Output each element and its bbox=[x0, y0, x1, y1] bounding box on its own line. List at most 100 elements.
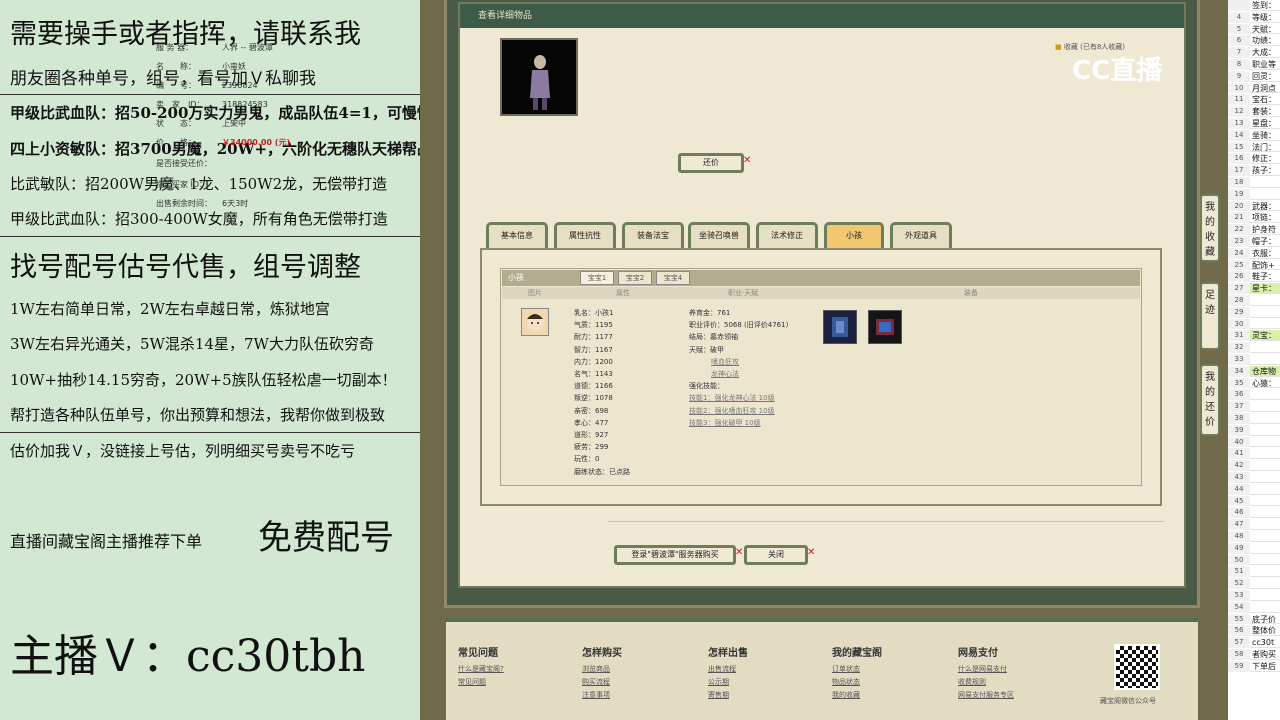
sheet-row[interactable]: 4 等级： bbox=[1228, 11, 1280, 23]
tab-baby-2[interactable]: 宝宝2 bbox=[618, 271, 652, 285]
sheet-row[interactable]: 29 bbox=[1228, 306, 1280, 318]
sheet-row[interactable]: 13 星盘： bbox=[1228, 118, 1280, 129]
my-favorites-button[interactable]: 我的收藏 bbox=[1200, 194, 1220, 262]
footer-link[interactable]: 收费规则 bbox=[958, 676, 1014, 689]
footer-link[interactable]: 购买流程 bbox=[582, 676, 622, 689]
info-status: 状 态： 上架中 bbox=[156, 119, 246, 128]
login-buy-button[interactable]: 登录"碧波潭"服务器购买 bbox=[614, 545, 736, 565]
footer-link[interactable]: 公示期 bbox=[708, 676, 748, 689]
my-counter-offers-button[interactable]: 我的还价 bbox=[1200, 364, 1220, 436]
sheet-row[interactable]: 16 修正： bbox=[1228, 153, 1280, 165]
sheet-row[interactable]: 23 帽子： bbox=[1228, 236, 1280, 247]
sheet-row[interactable]: 12 套装： bbox=[1228, 106, 1280, 117]
sheet-row[interactable]: 36 bbox=[1228, 389, 1280, 401]
footer-link[interactable]: 出售流程 bbox=[708, 663, 748, 676]
footer-link[interactable]: 网易支付服务专区 bbox=[958, 689, 1014, 702]
sheet-row[interactable]: 59 下单后 bbox=[1228, 660, 1280, 672]
sheet-row[interactable]: 27 星卡： bbox=[1228, 283, 1280, 294]
sheet-row[interactable]: 11 宝石： bbox=[1228, 94, 1280, 106]
sheet-row[interactable]: 18 bbox=[1228, 177, 1280, 188]
sheet-row[interactable]: 38 bbox=[1228, 413, 1280, 424]
sheet-row[interactable]: 39 bbox=[1228, 424, 1280, 436]
sheet-row[interactable]: 6 功绩： bbox=[1228, 35, 1280, 47]
sheet-row[interactable]: 48 bbox=[1228, 531, 1280, 542]
sheet-row[interactable]: 43 bbox=[1228, 472, 1280, 483]
sheet-row[interactable]: 19 bbox=[1228, 188, 1280, 200]
sheet-row[interactable]: 46 bbox=[1228, 507, 1280, 519]
sheet-row[interactable]: 28 bbox=[1228, 295, 1280, 306]
sheet-row[interactable]: 9 回灵： bbox=[1228, 70, 1280, 82]
footer-link[interactable]: 什么是网易支付 bbox=[958, 663, 1014, 676]
equip-slot-1[interactable] bbox=[823, 310, 857, 344]
sheet-row[interactable]: 40 bbox=[1228, 436, 1280, 448]
sheet-row[interactable]: 58 者购买 bbox=[1228, 649, 1280, 660]
tab-spell-fix[interactable]: 法术修正 bbox=[756, 222, 818, 248]
tab-basic-info[interactable]: 基本信息 bbox=[486, 222, 548, 248]
sheet-row[interactable]: 25 配饰+ bbox=[1228, 259, 1280, 271]
sheet-row[interactable]: 17 孩子： bbox=[1228, 165, 1280, 176]
sheet-row[interactable]: 31 灵宝： bbox=[1228, 330, 1280, 342]
tab-child[interactable]: 小孩 bbox=[824, 222, 884, 248]
talent-link[interactable]: 龙神心法 bbox=[689, 368, 788, 380]
sheet-row[interactable]: 47 bbox=[1228, 519, 1280, 530]
sheet-row[interactable]: 37 bbox=[1228, 401, 1280, 412]
sheet-row[interactable]: 34 仓库物 bbox=[1228, 365, 1280, 377]
sheet-row[interactable]: 7 大成： bbox=[1228, 47, 1280, 58]
sheet-row[interactable]: 50 bbox=[1228, 554, 1280, 566]
footer-link[interactable]: 寄售期 bbox=[708, 689, 748, 702]
sheet-row[interactable]: 56 整体价 bbox=[1228, 625, 1280, 637]
sheet-row[interactable]: 55 底子价 bbox=[1228, 613, 1280, 625]
row-number: 53 bbox=[1228, 590, 1250, 601]
tab-equipment[interactable]: 装备法宝 bbox=[622, 222, 684, 248]
sheet-row[interactable]: 20 武器： bbox=[1228, 200, 1280, 212]
sheet-row[interactable]: 8 职业等 bbox=[1228, 59, 1280, 70]
sheet-row[interactable]: 14 坐骑： bbox=[1228, 129, 1280, 141]
footer-col-buy: 怎样购买 浏览商品 购买流程 注意事项 bbox=[582, 644, 622, 702]
row-number: 10 bbox=[1228, 82, 1250, 94]
equip-slot-2[interactable] bbox=[868, 310, 902, 344]
sheet-row[interactable]: 22 护身符 bbox=[1228, 224, 1280, 235]
sheet-row[interactable]: 15 法门： bbox=[1228, 141, 1280, 153]
sheet-row[interactable]: 52 bbox=[1228, 578, 1280, 589]
footer-link[interactable]: 注意事项 bbox=[582, 689, 622, 702]
tab-baby-4[interactable]: 宝宝4 bbox=[656, 271, 690, 285]
sheet-row[interactable]: 35 心猿： bbox=[1228, 377, 1280, 389]
skill-link[interactable]: 技能2：强化嗜血狂攻 10级 bbox=[689, 405, 788, 417]
sheet-row[interactable]: 32 bbox=[1228, 342, 1280, 353]
tab-mounts-pets[interactable]: 坐骑召唤兽 bbox=[688, 222, 750, 248]
sheet-row[interactable]: 33 bbox=[1228, 354, 1280, 365]
sheet-row[interactable]: 49 bbox=[1228, 542, 1280, 554]
sheet-row[interactable]: 签到： bbox=[1228, 0, 1280, 11]
counter-offer-button[interactable]: 还价 bbox=[678, 153, 744, 173]
sheet-row[interactable]: 41 bbox=[1228, 448, 1280, 460]
sheet-row[interactable]: 57 cc30t bbox=[1228, 637, 1280, 648]
sheet-row[interactable]: 54 bbox=[1228, 601, 1280, 613]
sheet-row[interactable]: 21 项链： bbox=[1228, 212, 1280, 224]
sheet-row[interactable]: 10 月洞点 bbox=[1228, 82, 1280, 94]
footer-link[interactable]: 我的收藏 bbox=[832, 689, 882, 702]
sheet-row[interactable]: 42 bbox=[1228, 460, 1280, 471]
footer-link[interactable]: 物品状态 bbox=[832, 676, 882, 689]
footer-link[interactable]: 浏览商品 bbox=[582, 663, 622, 676]
sheet-row[interactable]: 45 bbox=[1228, 495, 1280, 507]
tab-baby-1[interactable]: 宝宝1 bbox=[580, 271, 614, 285]
tab-attributes[interactable]: 属性抗性 bbox=[554, 222, 616, 248]
sheet-row[interactable]: 5 天赋： bbox=[1228, 23, 1280, 35]
sheet-row[interactable]: 24 衣服： bbox=[1228, 247, 1280, 259]
close-button[interactable]: 关闭 bbox=[744, 545, 808, 565]
sheet-row[interactable]: 26 鞋子： bbox=[1228, 271, 1280, 283]
footer-link[interactable]: 什么是藏宝阁? bbox=[458, 663, 504, 676]
sheet-row[interactable]: 30 bbox=[1228, 318, 1280, 330]
footprint-button[interactable]: 足迹 bbox=[1200, 282, 1220, 350]
talent-link[interactable]: 嗜血狂攻 bbox=[689, 356, 788, 368]
sheet-row[interactable]: 51 bbox=[1228, 566, 1280, 578]
footer-link[interactable]: 订单状态 bbox=[832, 663, 882, 676]
sheet-cell: 武器： bbox=[1252, 201, 1276, 211]
sheet-row[interactable]: 53 bbox=[1228, 590, 1280, 601]
tab-appearance[interactable]: 外观道具 bbox=[890, 222, 952, 248]
skill-link[interactable]: 技能3：强化破甲 10级 bbox=[689, 417, 788, 429]
sheet-row[interactable]: 44 bbox=[1228, 483, 1280, 495]
footer-link[interactable]: 常见问题 bbox=[458, 676, 504, 689]
skill-link[interactable]: 技能1：强化龙神心法 10级 bbox=[689, 392, 788, 404]
row-number: 13 bbox=[1228, 118, 1250, 129]
